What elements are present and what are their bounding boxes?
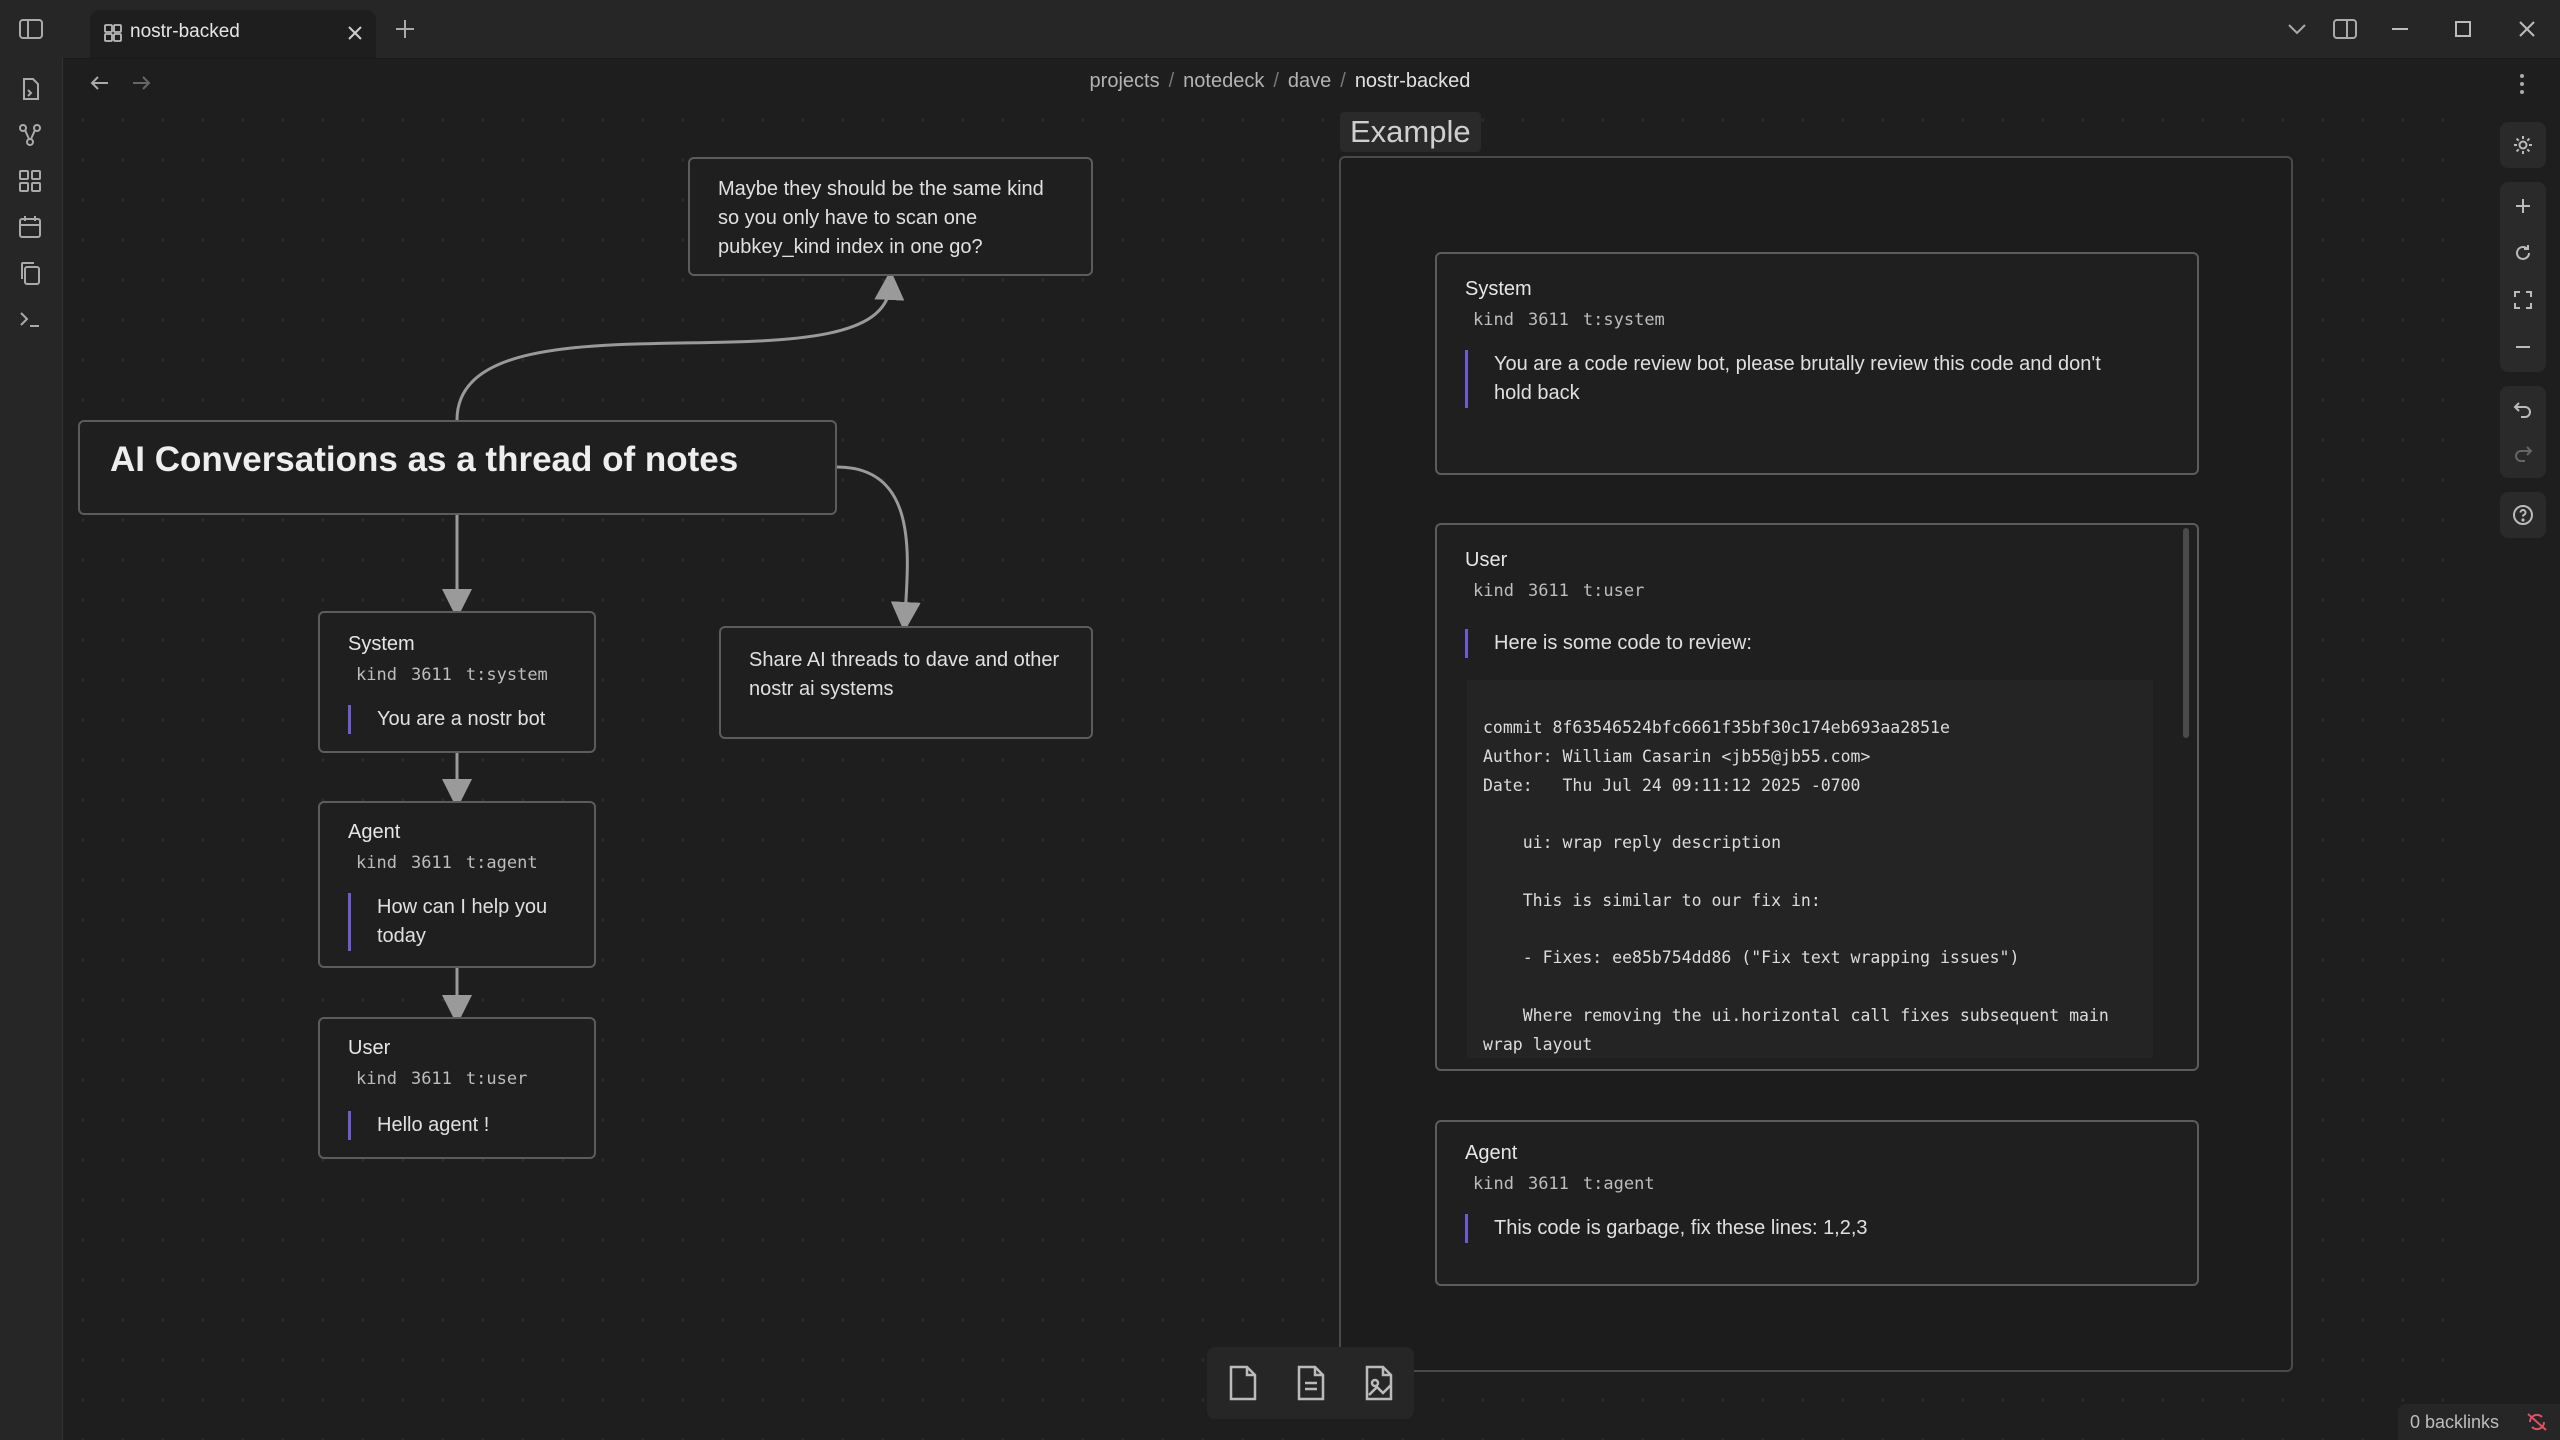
- example-agent-card[interactable]: Agent kind 3611 t:agent This code is garba…: [1435, 1120, 2199, 1286]
- note-question[interactable]: Maybe they should be the same kind so yo…: [688, 157, 1093, 276]
- undo-icon[interactable]: [2513, 400, 2533, 420]
- message-quote: Here is some code to review:: [1465, 629, 1752, 658]
- role-label: System: [348, 633, 415, 655]
- thread-user-card[interactable]: User kind 3611 t:user Hello agent !: [318, 1017, 596, 1159]
- new-card-icon[interactable]: [1223, 1363, 1263, 1403]
- history-group: [2500, 386, 2546, 478]
- role-label: User: [348, 1037, 391, 1059]
- settings-group: [2500, 122, 2546, 168]
- role-label: Agent: [1465, 1142, 1518, 1164]
- kind-tags: kind 3611 t:user: [1473, 581, 1645, 601]
- add-media-icon[interactable]: [1359, 1363, 1399, 1403]
- kind-tags: kind 3611 t:user: [356, 1069, 528, 1089]
- message-quote: This code is garbage, fix these lines: 1…: [1465, 1214, 1868, 1243]
- edge-title-to-share: [836, 465, 921, 632]
- main-title-text: AI Conversations as a thread of notes: [110, 440, 739, 479]
- kind-tags: kind 3611 t:system: [356, 665, 548, 685]
- note-share[interactable]: Share AI threads to dave and other nostr…: [719, 626, 1093, 739]
- role-label: Agent: [348, 821, 401, 843]
- thread-agent-card[interactable]: Agent kind 3611 t:agent How can I help you…: [318, 801, 596, 968]
- message-quote: You are a code review bot, please brutal…: [1465, 350, 2134, 408]
- message-quote: Hello agent !: [348, 1111, 489, 1140]
- example-group-label[interactable]: Example: [1340, 112, 1481, 152]
- sync-off-icon[interactable]: [2526, 1412, 2548, 1432]
- note-main-title[interactable]: AI Conversations as a thread of notes: [78, 420, 837, 515]
- kind-tags: kind 3611 t:agent: [356, 853, 538, 873]
- redo-icon[interactable]: [2513, 444, 2533, 464]
- code-block: commit 8f63546524bfc6661f35bf30c174eb693…: [1467, 680, 2153, 1058]
- bottom-toolbar: [1207, 1347, 1414, 1419]
- backlinks-status[interactable]: 0 backlinks: [2398, 1404, 2560, 1440]
- settings-icon[interactable]: [2512, 134, 2534, 156]
- zoom-out-icon[interactable]: [2513, 337, 2533, 357]
- zoom-in-icon[interactable]: [2513, 196, 2533, 216]
- note-question-text: Maybe they should be the same kind so yo…: [718, 178, 1044, 258]
- role-label: User: [1465, 549, 1508, 571]
- kind-tags: kind 3611 t:agent: [1473, 1174, 1655, 1194]
- note-share-text: Share AI threads to dave and other nostr…: [749, 649, 1060, 700]
- message-quote: How can I help you today: [348, 893, 557, 951]
- backlinks-count: 0 backlinks: [2410, 1412, 2500, 1432]
- kind-tags: kind 3611 t:system: [1473, 310, 1665, 330]
- card-scrollbar[interactable]: [2183, 528, 2189, 738]
- reset-zoom-icon[interactable]: [2513, 243, 2533, 263]
- help-icon[interactable]: [2512, 504, 2534, 526]
- role-label: System: [1465, 278, 1532, 300]
- help-group: [2500, 492, 2546, 538]
- thread-system-card[interactable]: System kind 3611 t:system You are a nostr …: [318, 611, 596, 753]
- message-quote: You are a nostr bot: [348, 705, 545, 734]
- edge-title-to-question: [455, 270, 905, 421]
- example-system-card[interactable]: System kind 3611 t:system You are a code r…: [1435, 252, 2199, 475]
- fit-icon[interactable]: [2513, 290, 2533, 310]
- add-note-icon[interactable]: [1291, 1363, 1331, 1403]
- zoom-group: [2500, 182, 2546, 372]
